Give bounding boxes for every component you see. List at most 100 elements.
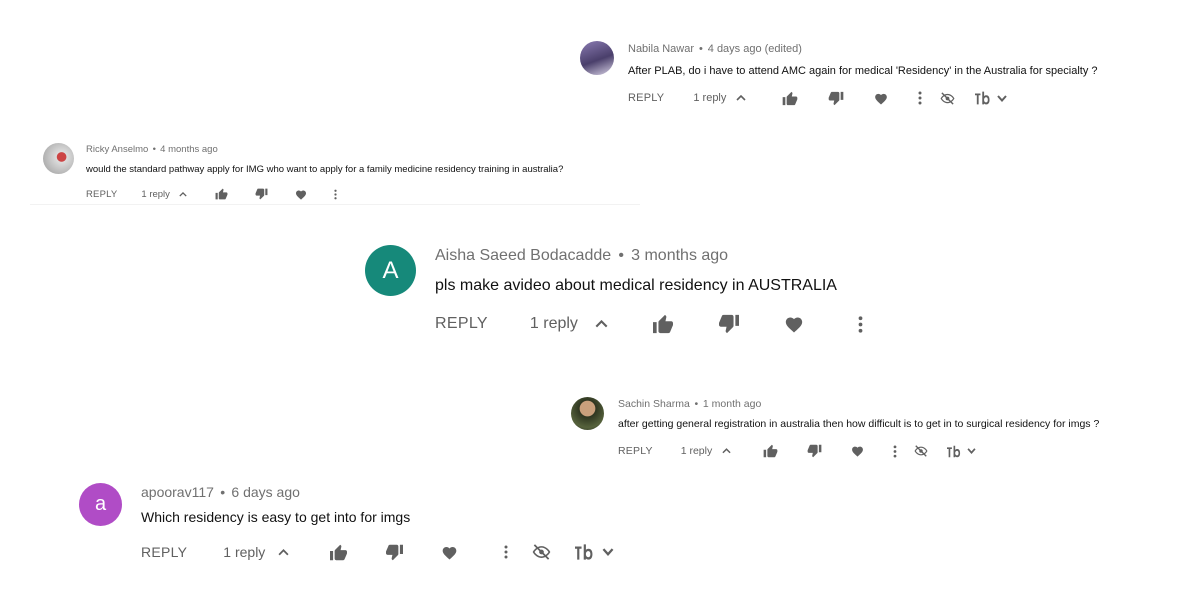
reply-button[interactable]: REPLY: [86, 189, 117, 200]
comment-item: Sachin Sharma • 1 month ago after getting …: [571, 397, 1099, 459]
comment-text: Which residency is easy to get into for …: [141, 509, 411, 525]
comment-body: Nabila Nawar • 4 days ago (edited) After P…: [628, 41, 1098, 106]
thumbs-up-icon[interactable]: [763, 444, 778, 458]
avatar[interactable]: A: [365, 245, 416, 296]
replies-count: 1 reply: [223, 544, 266, 560]
thumbs-down-icon[interactable]: [255, 188, 268, 200]
thumbs-up-icon[interactable]: [215, 188, 228, 200]
comment-actions: REPLY 1 reply: [141, 542, 614, 562]
chevron-down-icon: [602, 548, 614, 556]
chevron-down-icon: [997, 94, 1008, 102]
separator-dot: •: [220, 484, 226, 500]
comment-time[interactable]: 4 months ago: [160, 144, 218, 155]
separator-dot: •: [694, 398, 699, 410]
separator-dot: •: [152, 144, 156, 155]
reply-button[interactable]: REPLY: [628, 92, 664, 104]
comment-actions: REPLY 1 reply: [628, 90, 1098, 106]
chevron-up-icon: [736, 95, 746, 101]
comment-header: apoorav117 • 6 days ago: [141, 484, 614, 501]
heart-icon[interactable]: [295, 189, 307, 200]
comment-time[interactable]: 1 month ago: [703, 398, 761, 410]
tubebuddy-icon: [575, 544, 599, 560]
comment-actions: REPLY 1 reply: [618, 443, 1099, 459]
comment-author[interactable]: apoorav117: [141, 484, 214, 500]
comment-actions: REPLY 1 reply: [86, 187, 563, 201]
thumbs-up-icon[interactable]: [329, 544, 348, 561]
comment-text: After PLAB, do i have to attend AMC agai…: [628, 65, 1098, 77]
reply-button[interactable]: REPLY: [141, 544, 187, 560]
comment-author[interactable]: Sachin Sharma: [618, 398, 690, 410]
tubebuddy-menu[interactable]: [575, 544, 614, 560]
view-replies-toggle[interactable]: 1 reply: [223, 544, 289, 560]
thumbs-down-icon[interactable]: [828, 91, 844, 106]
comment-body: Sachin Sharma • 1 month ago after getting …: [618, 397, 1099, 459]
eye-off-icon[interactable]: [914, 445, 928, 457]
comment-header: Nabila Nawar • 4 days ago (edited): [628, 42, 1098, 56]
more-vert-icon[interactable]: [504, 544, 508, 560]
more-vert-icon[interactable]: [858, 315, 863, 334]
comment-author[interactable]: Nabila Nawar: [628, 43, 694, 55]
avatar[interactable]: a: [79, 483, 122, 526]
heart-icon[interactable]: [784, 315, 804, 333]
divider: [30, 204, 640, 205]
comment-item: Nabila Nawar • 4 days ago (edited) After P…: [580, 41, 1098, 106]
tubebuddy-menu[interactable]: [947, 445, 976, 458]
chevron-up-icon: [278, 548, 289, 556]
tubebuddy-icon: [975, 91, 995, 105]
comment-header: Sachin Sharma • 1 month ago: [618, 398, 1099, 411]
separator-dot: •: [698, 43, 703, 55]
comment-author[interactable]: Aisha Saeed Bodacadde: [435, 247, 611, 264]
chevron-up-icon: [595, 320, 608, 328]
comment-actions: REPLY 1 reply: [435, 313, 863, 335]
thumbs-up-icon[interactable]: [652, 314, 674, 334]
thumbs-down-icon[interactable]: [807, 444, 822, 458]
heart-icon[interactable]: [874, 92, 888, 105]
comment-body: apoorav117 • 6 days ago Which residency is…: [141, 483, 614, 562]
chevron-down-icon: [967, 448, 976, 454]
comment-body: Ricky Anselmo • 4 months ago would the sta…: [86, 143, 563, 201]
comment-body: Aisha Saeed Bodacadde • 3 months ago pls m…: [435, 245, 863, 335]
comment-text: would the standard pathway apply for IMG…: [86, 164, 564, 175]
comment-text: pls make avideo about medical residency …: [435, 277, 837, 294]
avatar-letter: A: [382, 256, 399, 284]
chevron-up-icon: [722, 448, 731, 454]
comment-time[interactable]: 6 days ago: [231, 484, 300, 500]
tubebuddy-icon: [947, 445, 965, 458]
comment-header: Ricky Anselmo • 4 months ago: [86, 144, 563, 156]
reply-button[interactable]: REPLY: [435, 315, 488, 333]
tubebuddy-menu[interactable]: [975, 91, 1008, 105]
replies-count: 1 reply: [693, 92, 727, 104]
eye-off-icon[interactable]: [940, 91, 955, 105]
thumbs-down-icon[interactable]: [718, 314, 740, 334]
comment-time[interactable]: 4 days ago (edited): [708, 43, 802, 55]
comment-header: Aisha Saeed Bodacadde • 3 months ago: [435, 246, 863, 266]
view-replies-toggle[interactable]: 1 reply: [681, 445, 732, 457]
more-vert-icon[interactable]: [893, 444, 897, 458]
thumbs-down-icon[interactable]: [385, 544, 404, 561]
view-replies-toggle[interactable]: 1 reply: [693, 92, 746, 104]
avatar-letter: a: [94, 493, 107, 515]
eye-off-icon[interactable]: [532, 544, 551, 560]
more-vert-icon[interactable]: [334, 189, 337, 200]
comment-author[interactable]: Ricky Anselmo: [86, 144, 148, 155]
comment-item: Ricky Anselmo • 4 months ago would the sta…: [43, 143, 563, 201]
comment-item: A Aisha Saeed Bodacadde • 3 months ago pls…: [365, 245, 863, 335]
avatar[interactable]: [571, 397, 604, 430]
comment-time[interactable]: 3 months ago: [631, 247, 728, 264]
more-vert-icon[interactable]: [918, 91, 922, 105]
reply-button[interactable]: REPLY: [618, 445, 653, 457]
chevron-up-icon: [179, 191, 187, 197]
view-replies-toggle[interactable]: 1 reply: [530, 315, 608, 333]
replies-count: 1 reply: [141, 188, 170, 200]
avatar[interactable]: [43, 143, 74, 174]
view-replies-toggle[interactable]: 1 reply: [141, 189, 187, 200]
comment-text: after getting general registration in au…: [618, 418, 1100, 430]
thumbs-up-icon[interactable]: [782, 91, 798, 106]
avatar[interactable]: [580, 41, 614, 75]
replies-count: 1 reply: [680, 445, 713, 457]
comment-item: a apoorav117 • 6 days ago Which residency …: [79, 483, 614, 562]
replies-count: 1 reply: [529, 315, 578, 332]
separator-dot: •: [618, 247, 624, 264]
heart-icon[interactable]: [441, 545, 458, 560]
heart-icon[interactable]: [851, 445, 864, 457]
